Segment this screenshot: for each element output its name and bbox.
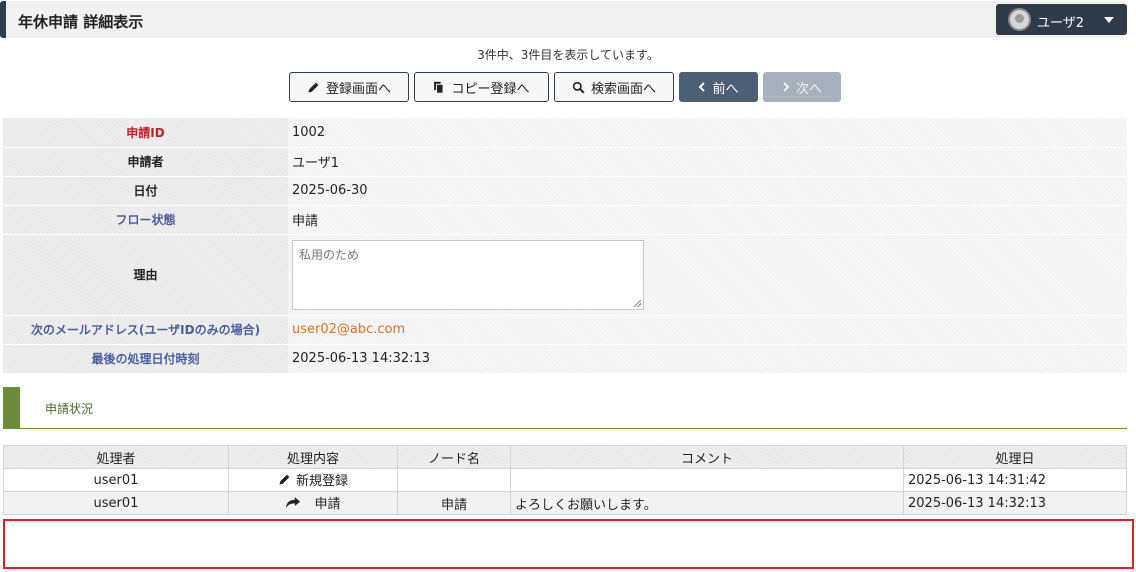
id-label: 申請ID <box>3 118 288 148</box>
record-position-text: 3件中、3件目を表示しています。 <box>477 48 659 62</box>
comment-cell <box>510 468 904 492</box>
flow-status-value: 申請 <box>288 205 1127 235</box>
col-node: ノード名 <box>397 445 511 469</box>
action-cell: 新規登録 <box>228 468 398 492</box>
last-processed-value: 2025-06-13 14:32:13 <box>288 344 1127 374</box>
search-screen-button[interactable]: 検索画面へ <box>554 72 674 102</box>
caret-down-icon <box>1104 17 1114 23</box>
history-header-row: 処理者 処理内容 ノード名 コメント 処理日 <box>3 445 1127 469</box>
detail-row-id: 申請ID 1002 <box>3 118 1127 148</box>
detail-row-applicant: 申請者 ユーザ1 <box>3 147 1127 177</box>
history-table: 処理者 処理内容 ノード名 コメント 処理日 user01 新規登録 2025-… <box>3 445 1127 515</box>
page-header: 年休申請 詳細表示 <box>0 1 1127 38</box>
prev-button[interactable]: 前へ <box>679 72 758 102</box>
detail-row-last-processed: 最後の処理日付時刻 2025-06-13 14:32:13 <box>3 344 1127 374</box>
date-cell: 2025-06-13 14:31:42 <box>903 468 1127 492</box>
copy-register-button-label: コピー登録へ <box>451 81 530 97</box>
reason-text: 私用のため <box>299 247 360 262</box>
processor-cell: user01 <box>3 491 229 515</box>
detail-table: 申請ID 1002 申請者 ユーザ1 日付 2025-06-30 フロー状態 申… <box>3 118 1127 374</box>
action-text: 新規登録 <box>295 474 348 489</box>
table-row: user01 新規登録 2025-06-13 14:31:42 <box>3 468 1127 492</box>
detail-row-date: 日付 2025-06-30 <box>3 176 1127 206</box>
chevron-right-icon <box>783 82 790 92</box>
pencil-icon <box>308 82 319 92</box>
date-label: 日付 <box>3 176 288 206</box>
status-section-title: 申請状況 <box>45 402 94 416</box>
col-action: 処理内容 <box>228 445 398 469</box>
action-text: 申請 <box>314 497 341 512</box>
next-button-label: 次へ <box>795 81 822 97</box>
detail-row-email: 次のメールアドレス(ユーザIDのみの場合) user02@abc.com <box>3 315 1127 345</box>
section-accent-bar <box>3 387 20 428</box>
reason-label: 理由 <box>3 234 288 316</box>
register-button-label: 登録画面へ <box>325 81 391 97</box>
col-comment: コメント <box>510 445 904 469</box>
next-button[interactable]: 次へ <box>763 72 841 102</box>
applicant-label: 申請者 <box>3 147 288 177</box>
applicant-value: ユーザ1 <box>288 147 1127 177</box>
resize-grip-icon[interactable] <box>634 299 641 307</box>
prev-button-label: 前へ <box>712 81 739 97</box>
table-row: user01 申請 申請 よろしくお願いします。 2025-06-13 14:3… <box>3 491 1127 515</box>
status-section-header: 申請状況 <box>3 387 1127 429</box>
date-value: 2025-06-30 <box>288 176 1127 206</box>
node-cell <box>397 468 511 492</box>
node-cell: 申請 <box>397 491 511 515</box>
share-arrow-icon <box>286 497 301 508</box>
highlighted-empty-area <box>3 519 1134 569</box>
id-value: 1002 <box>288 118 1127 148</box>
date-cell: 2025-06-13 14:32:13 <box>903 491 1127 515</box>
reason-cell: 私用のため <box>288 234 1127 316</box>
reason-textarea[interactable]: 私用のため <box>292 239 644 310</box>
col-processor: 処理者 <box>3 445 229 469</box>
register-button[interactable]: 登録画面へ <box>289 72 409 102</box>
search-screen-button-label: 検索画面へ <box>590 81 656 97</box>
user-name: ユーザ2 <box>1037 16 1085 31</box>
next-email-label[interactable]: 次のメールアドレス(ユーザIDのみの場合) <box>3 315 288 345</box>
user-menu-button[interactable]: ユーザ2 <box>996 4 1127 35</box>
detail-row-reason: 理由 私用のため <box>3 234 1127 316</box>
col-date: 処理日 <box>903 445 1127 469</box>
search-icon <box>572 81 585 93</box>
page-title: 年休申請 詳細表示 <box>18 13 144 31</box>
copy-icon <box>434 81 445 94</box>
last-processed-label[interactable]: 最後の処理日付時刻 <box>3 344 288 374</box>
user-avatar-icon <box>1008 8 1031 31</box>
action-cell: 申請 <box>228 491 398 515</box>
flow-status-label[interactable]: フロー状態 <box>3 205 288 235</box>
detail-row-flow: フロー状態 申請 <box>3 205 1127 235</box>
comment-cell: よろしくお願いします。 <box>510 491 904 515</box>
pencil-icon <box>279 474 290 485</box>
next-email-value: user02@abc.com <box>288 315 1127 345</box>
processor-cell: user01 <box>3 468 229 492</box>
copy-register-button[interactable]: コピー登録へ <box>414 72 549 102</box>
chevron-left-icon <box>699 82 706 92</box>
